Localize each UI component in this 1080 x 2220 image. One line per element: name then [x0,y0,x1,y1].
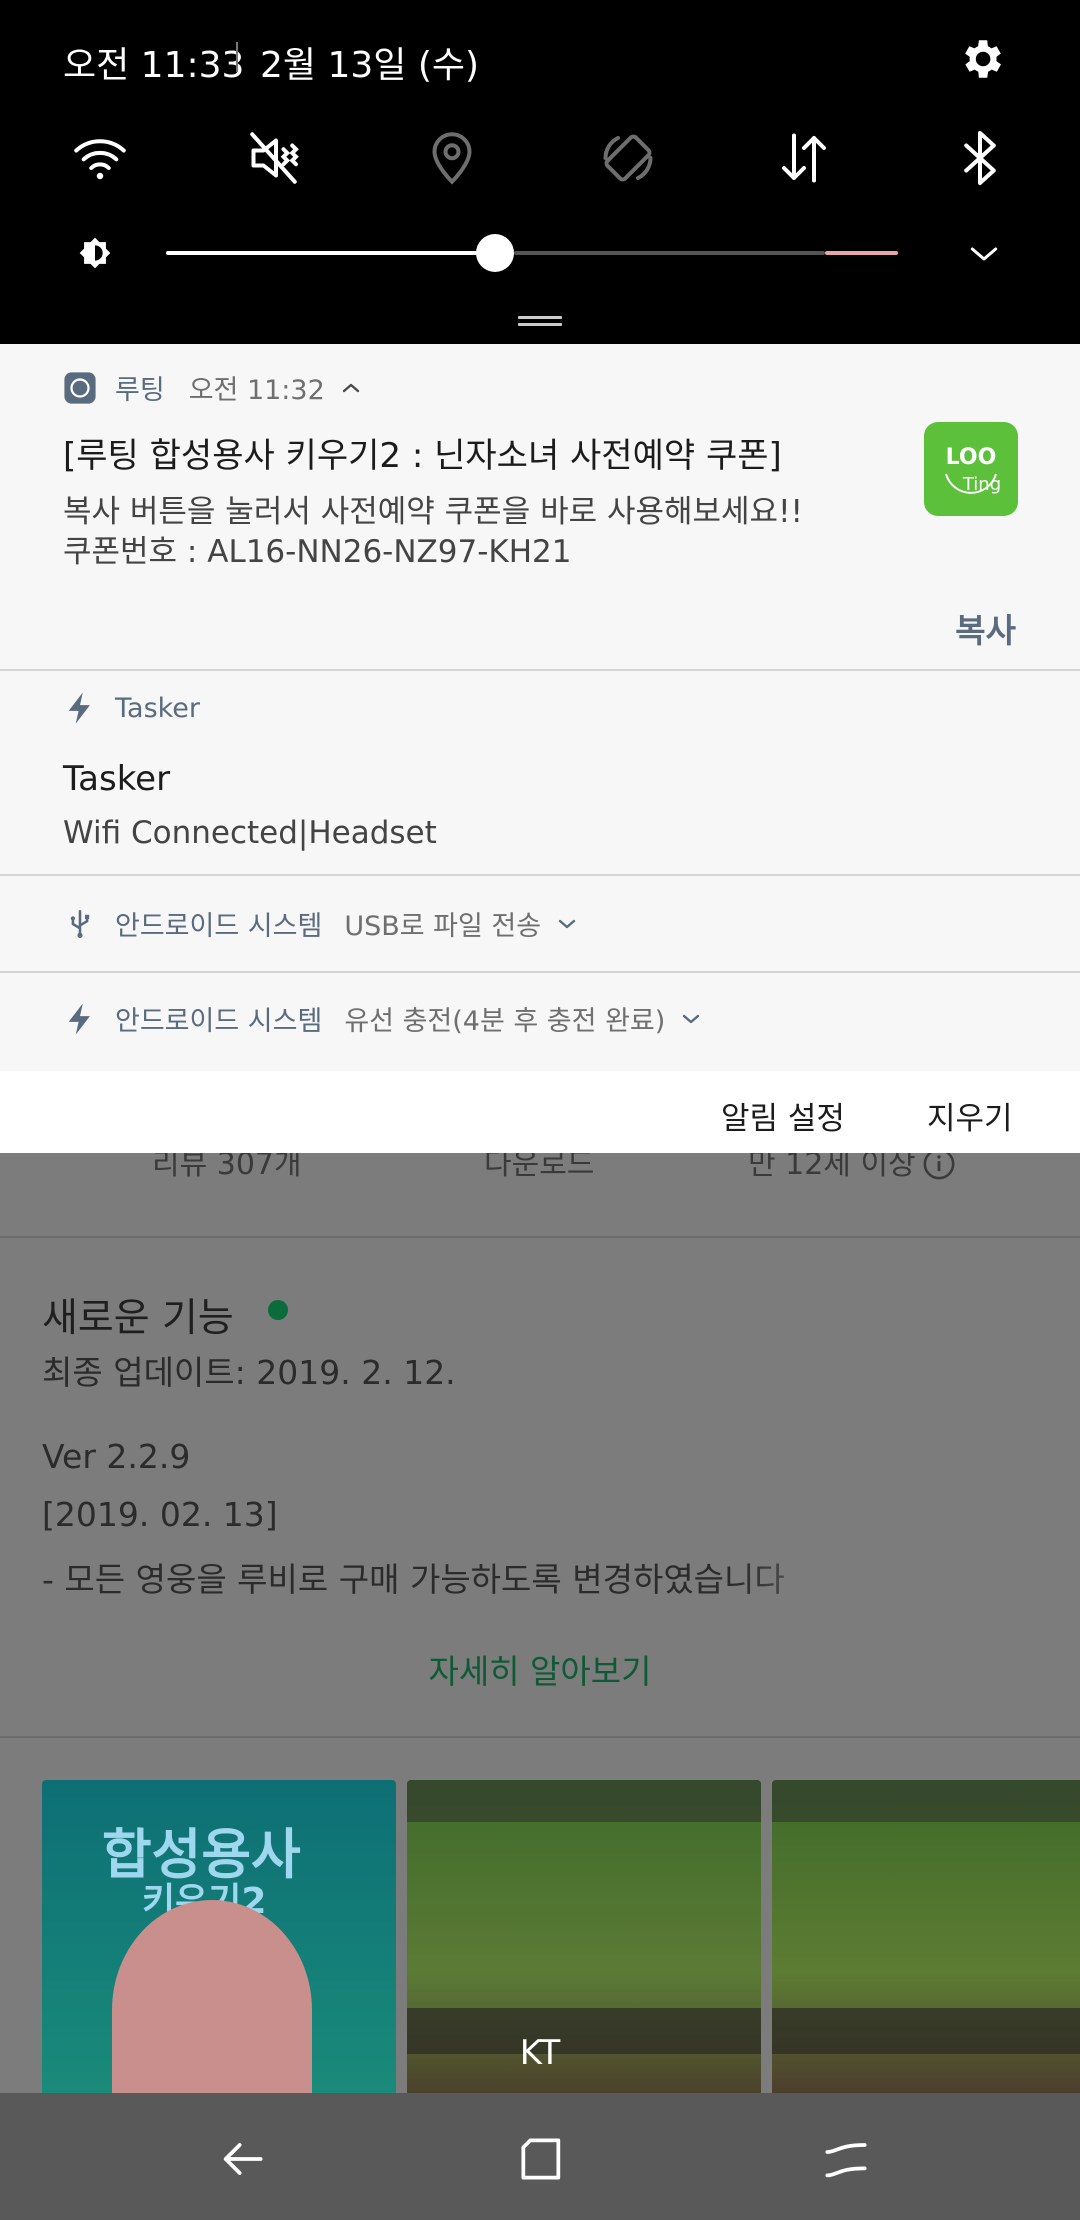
change-log-text: - 모든 영웅을 루비로 구매 가능하도록 변경하였습니다 [42,1560,785,1599]
game-hud [407,1780,761,1822]
sound-toggle[interactable] [244,126,308,190]
recent-apps-icon[interactable] [818,2131,874,2187]
brightness-icon[interactable] [72,230,118,276]
review-count: 리뷰 307개 [152,1153,302,1182]
notification-header: 안드로이드 시스템 유선 충전(4분 후 충전 완료) [63,999,703,1038]
notification-title: Tasker [63,759,171,799]
new-indicator-dot [268,1300,288,1320]
rooting-app-icon [64,371,96,404]
notification-text-line2: 쿠폰번호 : AL16-NN26-NZ97-KH21 [63,534,572,570]
notification-header: Tasker [63,691,200,725]
release-date-text: [2019. 02. 13] [42,1495,278,1534]
whats-new-title: 새로운 기능 [42,1296,234,1341]
charging-bolt-icon [68,1002,90,1035]
notification-tasker[interactable]: Tasker Tasker Wifi Connected|Headset [0,671,1080,876]
last-update-text: 최종 업데이트: 2019. 2. 12. [42,1353,456,1392]
status-separator [236,42,238,72]
notification-text-line1: 복사 버튼을 눌러서 사전예약 쿠폰을 바로 사용해보세요!! [63,494,803,530]
clear-all-button[interactable]: 지우기 [927,1093,1013,1138]
notification-usb[interactable]: 안드로이드 시스템 USB로 파일 전송 [0,876,1080,973]
settings-gear-icon[interactable] [956,34,1006,84]
age-rating: 만 12세 이상 [748,1153,916,1182]
notification-app-name: 안드로이드 시스템 [115,911,323,942]
section-divider [0,1736,1080,1738]
notification-app-name: 루팅 [115,375,165,406]
notification-text: 유선 충전(4분 후 충전 완료) [344,1006,666,1037]
drag-handle[interactable] [518,316,562,328]
chevron-down-icon[interactable] [555,912,579,936]
notification-time: 오전 11:32 [188,375,325,406]
home-icon[interactable] [514,2131,570,2187]
section-divider [0,1236,1080,1238]
chevron-down-icon[interactable] [679,1007,703,1031]
notification-app-name: Tasker [115,692,201,724]
quick-settings-panel: 오전 11:33 2월 13일 (수) [0,0,1080,344]
game-hud [772,1780,1080,1822]
wifi-toggle[interactable] [68,126,132,190]
chevron-up-icon[interactable] [339,376,363,400]
back-icon[interactable] [214,2131,270,2187]
notification-app-name: 안드로이드 시스템 [115,1006,323,1037]
notification-rooting[interactable]: 루팅 오전 11:32 [루팅 합성용사 키우기2 : 닌자소녀 사전예약 쿠폰… [0,344,1080,671]
looting-logo: LOO Ting [945,445,1001,495]
notification-shade: 루팅 오전 11:32 [루팅 합성용사 키우기2 : 닌자소녀 사전예약 쿠폰… [0,344,1080,1153]
navigation-bar [0,2093,1080,2220]
notification-title: [루팅 합성용사 키우기2 : 닌자소녀 사전예약 쿠폰] [63,436,782,476]
notification-settings-button[interactable]: 알림 설정 [721,1093,845,1138]
store-app-content: 리뷰 307개 다운로드 만 12세 이상 새로운 기능 최종 업데이트: 20… [0,1153,1080,2093]
sound-muted-icon [250,132,299,184]
brightness-slider-track [514,251,825,255]
notification-text: Wifi Connected|Headset [63,815,437,851]
text-fade [740,1553,860,1603]
location-toggle[interactable] [420,126,484,190]
notification-text: USB로 파일 전송 [344,911,542,942]
bluetooth-icon [964,131,996,185]
status-time: 오전 11:33 [63,45,245,86]
brightness-slider[interactable] [166,230,898,276]
notification-footer: 알림 설정 지우기 [0,1071,1080,1153]
location-icon [432,132,472,185]
notification-header: 안드로이드 시스템 USB로 파일 전송 [63,904,579,943]
usb-icon [70,909,90,938]
mobile-data-toggle[interactable] [772,126,836,190]
bluetooth-toggle[interactable] [948,126,1012,190]
looting-logo-icon: LOO Ting [924,422,1018,516]
download-count: 다운로드 [484,1153,595,1182]
notification-charging[interactable]: 안드로이드 시스템 유선 충전(4분 후 충전 완료) [0,973,1080,1071]
auto-rotate-toggle[interactable] [596,126,660,190]
brightness-recommended-range [825,251,898,255]
auto-rotate-icon [603,134,653,182]
carrier-label: KT [519,2033,561,2073]
mobile-data-icon [782,133,826,183]
brightness-slider-fill [166,251,495,255]
tasker-bolt-icon [68,692,90,724]
status-date[interactable]: 2월 13일 (수) [260,36,479,88]
app-stats-row: 리뷰 307개 다운로드 만 12세 이상 [0,1153,1080,1182]
version-text: Ver 2.2.9 [42,1437,191,1476]
wifi-icon [74,139,126,180]
brightness-slider-thumb[interactable] [476,234,514,272]
chevron-down-icon[interactable] [964,234,1004,274]
svg-text:LOO: LOO [946,445,997,470]
copy-button[interactable]: 복사 [955,604,1016,652]
info-icon[interactable] [922,1153,956,1181]
notification-header: 루팅 오전 11:32 [63,368,363,407]
learn-more-link[interactable]: 자세히 알아보기 [0,1645,1080,1693]
